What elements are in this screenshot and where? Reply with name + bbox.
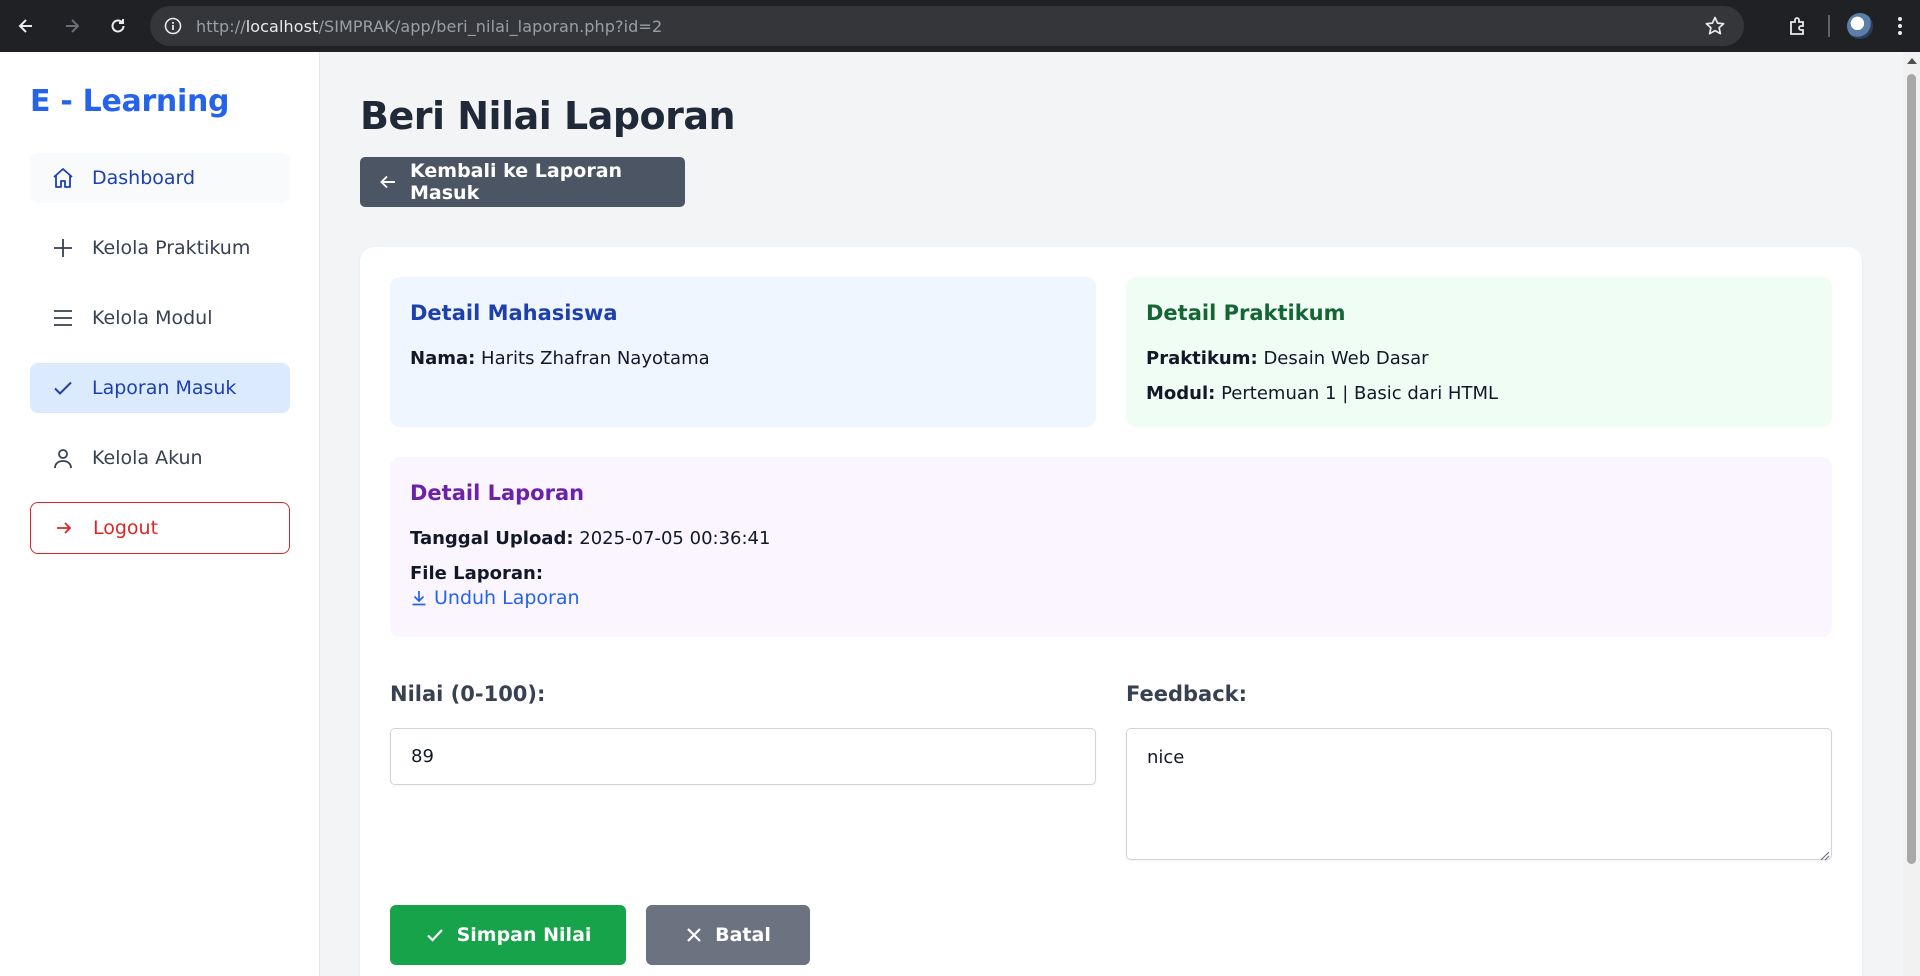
modul-label: Modul:	[1146, 383, 1216, 404]
batal-label: Batal	[715, 924, 771, 946]
feedback-textarea[interactable]: nice	[1126, 728, 1832, 860]
menu-icon	[50, 305, 76, 331]
logout-label: Logout	[93, 517, 159, 539]
download-icon	[410, 589, 428, 607]
address-bar[interactable]: http://localhost/SIMPRAK/app/beri_nilai_…	[150, 6, 1744, 46]
resize-handle-icon[interactable]	[1820, 848, 1830, 866]
sidebar-item-kelola-modul[interactable]: Kelola Modul	[30, 293, 290, 343]
page-scrollbar[interactable]	[1903, 52, 1920, 976]
nama-row: Nama: Harits Zhafran Nayotama	[410, 341, 1076, 376]
tanggal-row: Tanggal Upload: 2025-07-05 00:36:41	[410, 521, 1812, 556]
tanggal-label: Tanggal Upload:	[410, 528, 574, 549]
forward-arrow-icon[interactable]	[52, 6, 92, 46]
toolbar-divider	[1828, 15, 1830, 37]
file-label: File Laporan:	[410, 563, 544, 584]
site-info-icon[interactable]	[162, 15, 184, 37]
nilai-label: Nilai (0-100):	[390, 682, 546, 706]
url-text: http://localhost/SIMPRAK/app/beri_nilai_…	[196, 16, 663, 36]
praktikum-value: Desain Web Dasar	[1263, 348, 1429, 369]
kebab-menu-icon[interactable]	[1880, 6, 1920, 46]
bookmark-star-icon[interactable]	[1704, 15, 1726, 42]
nilai-input[interactable]	[390, 728, 1096, 785]
sidebar-item-laporan-masuk[interactable]: Laporan Masuk	[30, 363, 290, 413]
home-icon	[50, 165, 76, 191]
sidebar: E - Learning Dashboard Kelola Praktikum …	[0, 52, 320, 976]
sidebar-item-label: Kelola Akun	[92, 447, 203, 469]
back-to-laporan-button[interactable]: Kembali ke Laporan Masuk	[360, 157, 685, 207]
extensions-icon[interactable]	[1778, 6, 1818, 46]
page-title: Beri Nilai Laporan	[360, 94, 736, 138]
feedback-label: Feedback:	[1126, 682, 1248, 706]
scroll-up-arrow-icon[interactable]	[1907, 58, 1917, 64]
logout-arrow-icon	[51, 515, 77, 541]
arrow-left-icon	[378, 172, 398, 192]
sidebar-item-label: Laporan Masuk	[92, 377, 237, 399]
scrollbar-thumb[interactable]	[1907, 74, 1916, 864]
sidebar-item-dashboard[interactable]: Dashboard	[30, 153, 290, 203]
file-row: File Laporan:	[410, 556, 1812, 591]
sidebar-item-kelola-praktikum[interactable]: Kelola Praktikum	[30, 223, 290, 273]
reload-icon[interactable]	[98, 6, 138, 46]
sidebar-item-label: Kelola Praktikum	[92, 237, 251, 259]
praktikum-row: Praktikum: Desain Web Dasar	[1146, 341, 1812, 376]
check-icon	[50, 375, 76, 401]
browser-toolbar: http://localhost/SIMPRAK/app/beri_nilai_…	[0, 0, 1920, 52]
sidebar-item-label: Dashboard	[92, 167, 196, 189]
back-button-label: Kembali ke Laporan Masuk	[410, 160, 623, 204]
detail-mahasiswa-panel: Detail Mahasiswa Nama: Harits Zhafran Na…	[390, 277, 1096, 427]
back-arrow-icon[interactable]	[6, 6, 46, 46]
tanggal-value: 2025-07-05 00:36:41	[579, 528, 771, 549]
logout-button[interactable]: Logout	[30, 502, 290, 554]
simpan-nilai-label: Simpan Nilai	[456, 924, 592, 946]
modul-row: Modul: Pertemuan 1 | Basic dari HTML	[1146, 376, 1812, 411]
brand-logo[interactable]: E - Learning	[30, 84, 230, 119]
praktikum-label: Praktikum:	[1146, 348, 1258, 369]
simpan-nilai-button[interactable]: Simpan Nilai	[390, 905, 626, 965]
user-icon	[50, 445, 76, 471]
sidebar-item-label: Kelola Modul	[92, 307, 213, 329]
profile-avatar[interactable]	[1840, 6, 1880, 46]
unduh-laporan-link[interactable]: Unduh Laporan	[410, 587, 1812, 609]
nama-value: Harits Zhafran Nayotama	[481, 348, 710, 369]
sidebar-item-kelola-akun[interactable]: Kelola Akun	[30, 433, 290, 483]
unduh-laporan-label: Unduh Laporan	[434, 587, 580, 609]
plus-icon	[50, 235, 76, 261]
batal-button[interactable]: Batal	[646, 905, 810, 965]
detail-laporan-heading: Detail Laporan	[410, 481, 585, 505]
grading-card: Detail Mahasiswa Nama: Harits Zhafran Na…	[360, 247, 1862, 976]
modul-value: Pertemuan 1 | Basic dari HTML	[1221, 383, 1499, 404]
detail-praktikum-panel: Detail Praktikum Praktikum: Desain Web D…	[1126, 277, 1832, 427]
nama-label: Nama:	[410, 348, 476, 369]
check-icon	[425, 925, 445, 945]
close-icon	[685, 926, 703, 944]
detail-laporan-panel: Detail Laporan Tanggal Upload: 2025-07-0…	[390, 457, 1832, 637]
detail-praktikum-heading: Detail Praktikum	[1146, 301, 1346, 325]
detail-mahasiswa-heading: Detail Mahasiswa	[410, 301, 618, 325]
